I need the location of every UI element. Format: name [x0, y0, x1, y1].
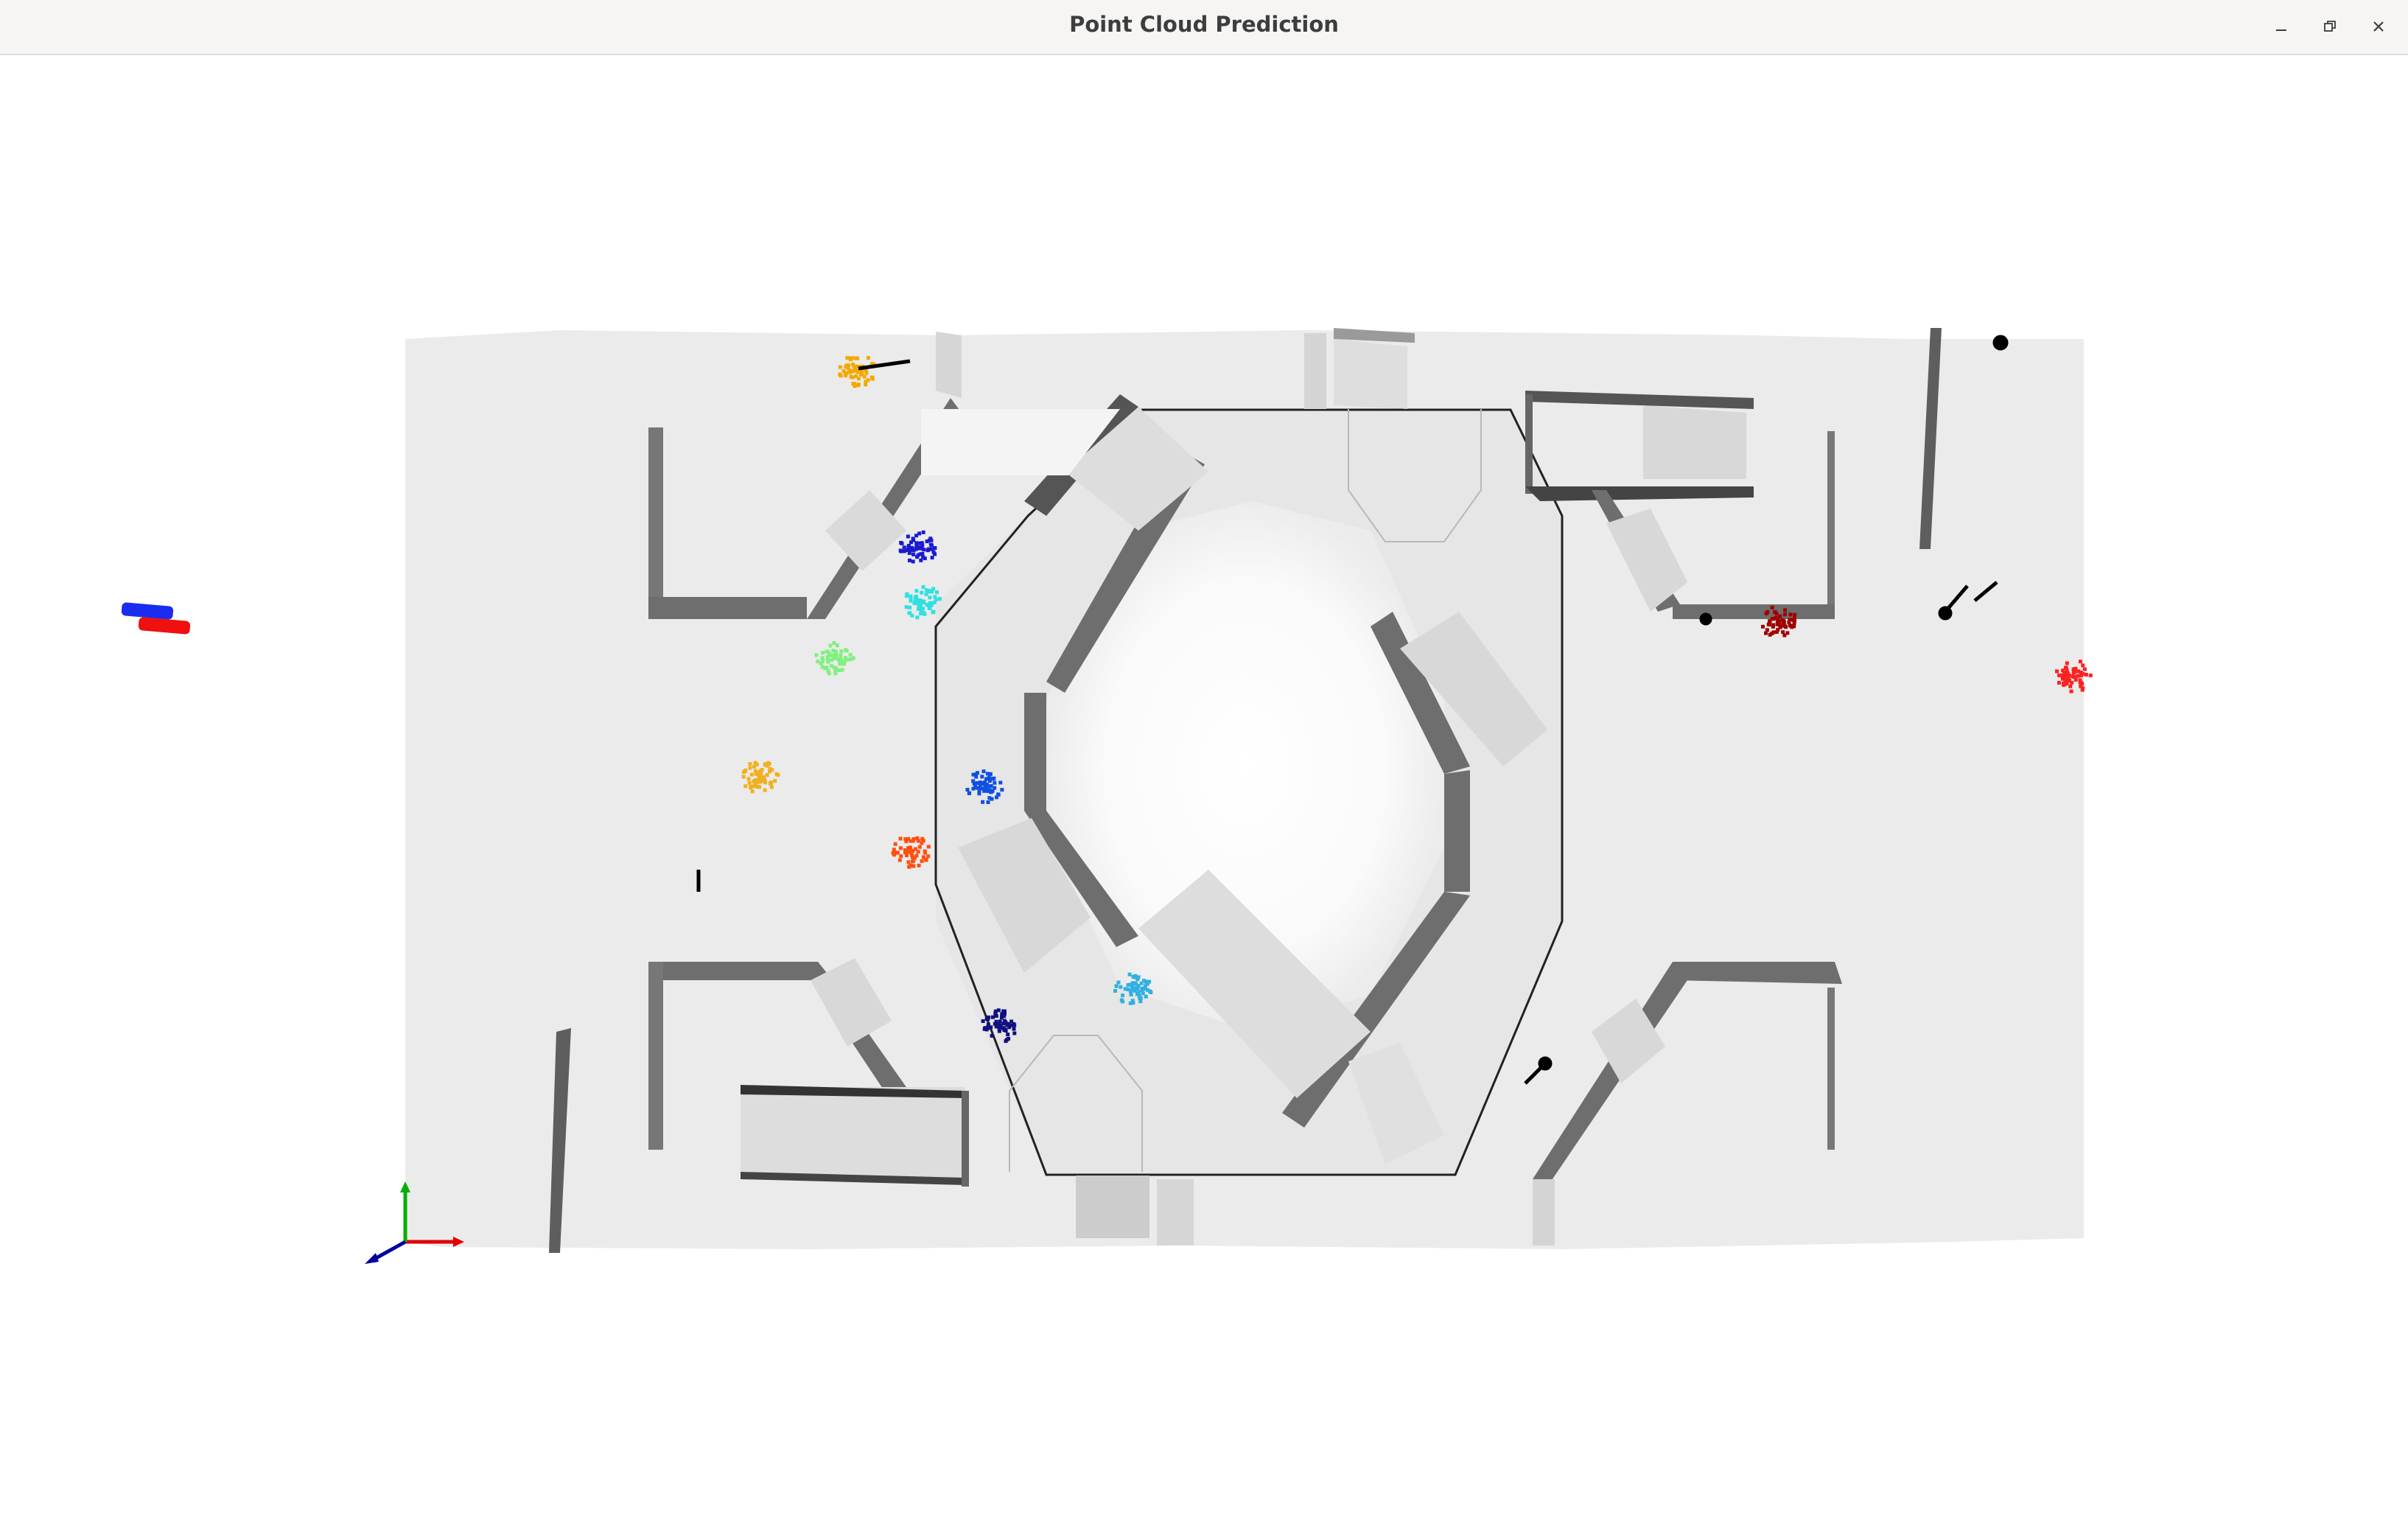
- window-title: Point Cloud Prediction: [1069, 12, 1339, 37]
- maximize-button[interactable]: [2317, 13, 2343, 40]
- scene-canvas[interactable]: [0, 55, 2408, 1530]
- legend-markers: [121, 602, 191, 635]
- 3d-viewport[interactable]: [0, 55, 2408, 1530]
- pose-marker: [1992, 335, 2009, 351]
- z-axis-head: [365, 1253, 379, 1264]
- close-button[interactable]: [2365, 13, 2392, 40]
- minimize-icon: [2276, 29, 2286, 31]
- maximize-icon: [2324, 21, 2336, 32]
- pose-marker: [1538, 1056, 1553, 1071]
- blue-marker: [121, 602, 174, 620]
- close-icon: [2373, 21, 2384, 32]
- pose-marker: [1938, 606, 1953, 621]
- minimize-button[interactable]: [2268, 13, 2295, 40]
- pose-marker: [1699, 612, 1712, 626]
- red-marker: [138, 617, 191, 635]
- title-bar: Point Cloud Prediction: [0, 0, 2408, 55]
